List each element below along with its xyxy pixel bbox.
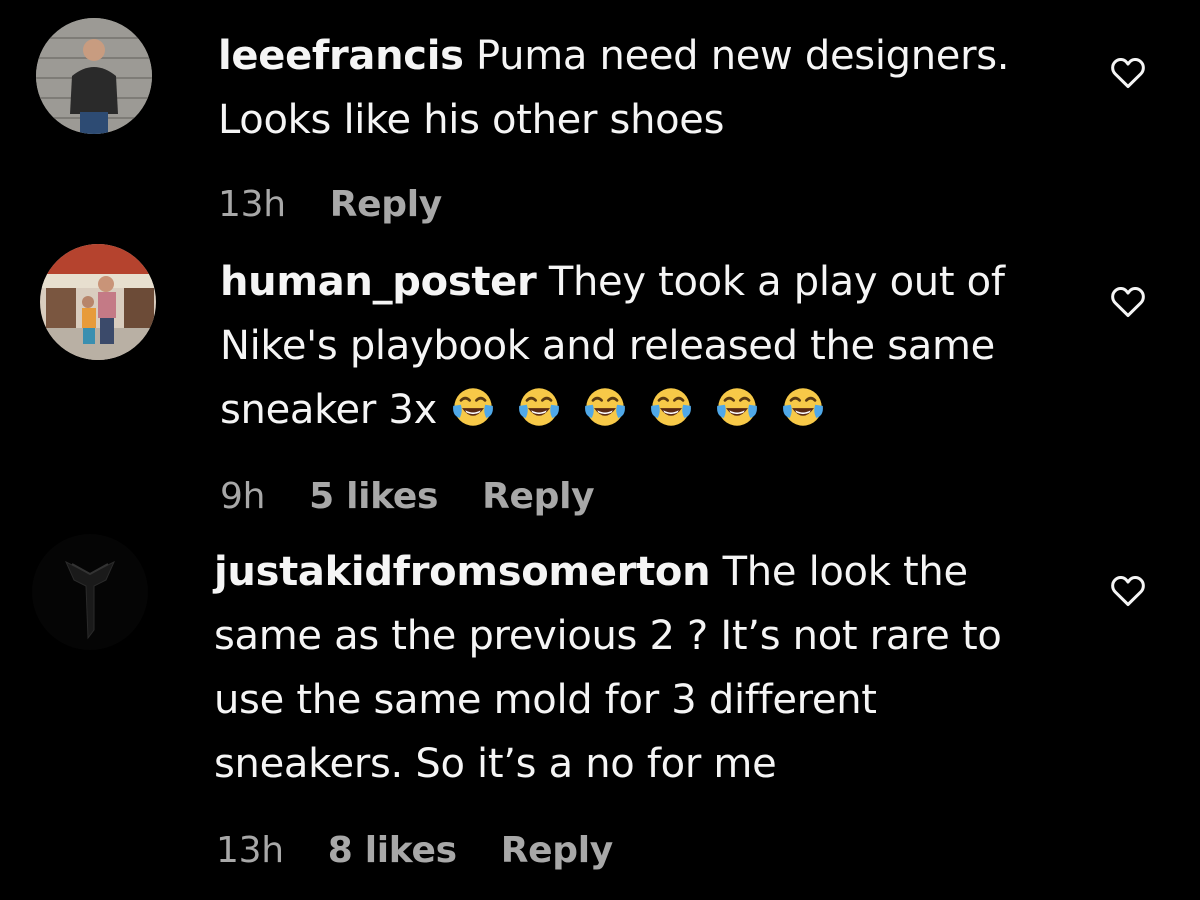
avatar[interactable] xyxy=(32,534,148,650)
face-with-tears-of-joy-icon xyxy=(783,388,823,426)
avatar[interactable] xyxy=(36,18,152,134)
comment-meta: 13h Reply xyxy=(218,184,442,225)
reply-button[interactable]: Reply xyxy=(330,184,443,225)
comment-meta: 13h 8 likes Reply xyxy=(216,830,613,871)
heart-icon[interactable] xyxy=(1110,56,1146,90)
heart-icon[interactable] xyxy=(1110,574,1146,608)
avatar-image xyxy=(32,534,148,650)
comment-username[interactable]: leeefrancis xyxy=(218,33,464,79)
comment-text: human_poster They took a play out of Nik… xyxy=(220,250,1080,442)
comment-time: 13h xyxy=(216,830,284,871)
comment-username[interactable]: human_poster xyxy=(220,259,537,305)
comment-likes[interactable]: 5 likes xyxy=(309,476,438,517)
comment-time: 13h xyxy=(218,184,286,225)
comment-text: justakidfromsomerton The look the same a… xyxy=(214,540,1074,796)
comment-username[interactable]: justakidfromsomerton xyxy=(214,549,711,595)
face-with-tears-of-joy-icon xyxy=(585,388,625,426)
avatar-image xyxy=(36,18,152,134)
avatar-image xyxy=(40,244,156,360)
comment-text: leeefrancis Puma need new designers. Loo… xyxy=(218,24,1078,152)
reply-button[interactable]: Reply xyxy=(501,830,614,871)
avatar[interactable] xyxy=(40,244,156,360)
comment-likes[interactable]: 8 likes xyxy=(328,830,457,871)
reply-button[interactable]: Reply xyxy=(482,476,595,517)
comment-meta: 9h 5 likes Reply xyxy=(220,476,595,517)
comment-time: 9h xyxy=(220,476,266,517)
face-with-tears-of-joy-icon xyxy=(519,388,559,426)
heart-icon[interactable] xyxy=(1110,285,1146,319)
emoji-row xyxy=(437,387,825,433)
face-with-tears-of-joy-icon xyxy=(651,388,691,426)
face-with-tears-of-joy-icon xyxy=(717,388,757,426)
face-with-tears-of-joy-icon xyxy=(453,388,493,426)
